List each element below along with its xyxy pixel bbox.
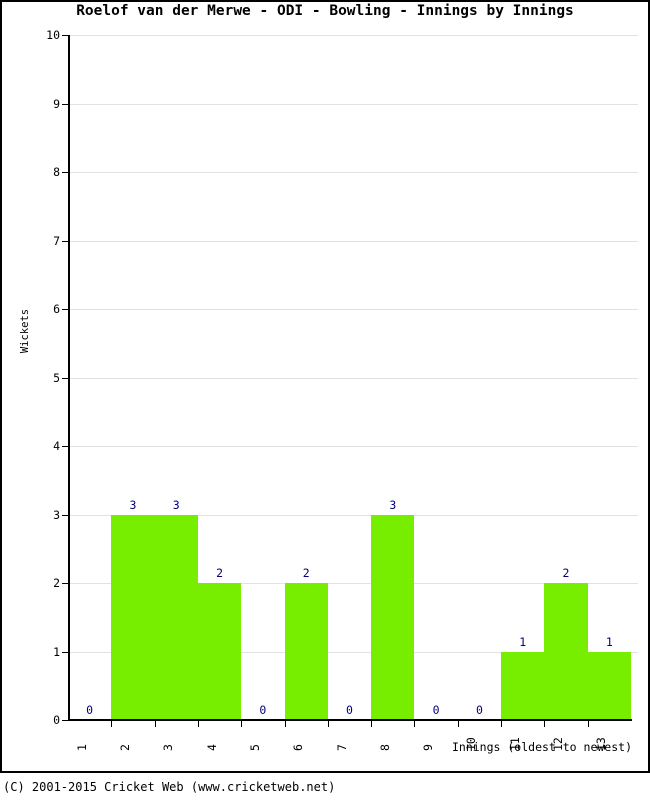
x-axis-tick xyxy=(457,721,459,727)
y-axis-tick-label-text: 1 xyxy=(53,644,60,659)
y-axis-title: Wickets xyxy=(19,308,31,354)
bar-value-label: 0 xyxy=(432,703,440,717)
x-axis-tick xyxy=(414,721,416,727)
bar-value-label: 3 xyxy=(389,497,397,512)
chart-page: Roelof van der Merwe - ODI - Bowling - I… xyxy=(0,0,650,800)
x-axis-tick xyxy=(111,721,113,727)
y-axis-tick-label: 0 xyxy=(12,713,60,727)
gridline xyxy=(68,446,638,447)
y-axis-tick-label-text: 8 xyxy=(53,165,60,179)
bar-value-label: 2 xyxy=(302,566,310,580)
bar-value-label: 3 xyxy=(129,497,137,512)
y-axis-tick-label-text: 2 xyxy=(53,576,60,590)
y-axis-tick-label: 1 xyxy=(12,645,60,659)
bar-value-label: 0 xyxy=(475,703,483,717)
bar xyxy=(154,514,198,720)
x-axis-tick-label: 5 xyxy=(247,744,262,751)
bar-value-label: 0 xyxy=(346,703,353,717)
bar-value-label: 0 xyxy=(259,703,267,717)
y-axis-tick xyxy=(62,309,69,310)
y-axis-tick-label-text: 10 xyxy=(46,28,60,42)
y-axis-tick-label-text: 3 xyxy=(53,507,60,522)
bar xyxy=(544,583,588,720)
y-axis-tick-label-text: 0 xyxy=(53,713,60,727)
gridline xyxy=(68,103,638,105)
bar-value-label: 0 xyxy=(86,703,94,717)
y-axis-tick xyxy=(62,514,69,516)
bar-value-label: 2 xyxy=(216,566,224,580)
y-axis-tick-label: 8 xyxy=(12,165,60,179)
y-axis-tick xyxy=(62,377,69,379)
y-axis-tick xyxy=(62,172,69,173)
x-axis-tick xyxy=(197,721,199,727)
y-axis-tick-label: 3 xyxy=(12,508,60,522)
x-axis-tick xyxy=(241,721,243,727)
bar-value-label: 2 xyxy=(562,566,570,580)
y-axis-tick xyxy=(62,720,69,721)
x-axis-tick xyxy=(501,721,503,727)
y-axis-tick-label: 2 xyxy=(12,576,60,590)
plot-area: 0 3 3 2 0 2 0 3 0 0 1 2 1 xyxy=(68,35,638,720)
copyright-footer: (C) 2001-2015 Cricket Web (www.cricketwe… xyxy=(3,780,336,794)
x-axis-tick-label: 2 xyxy=(117,744,132,751)
x-axis-tick xyxy=(284,721,286,727)
x-axis-line xyxy=(68,719,632,721)
x-axis-tick-label: 1 xyxy=(74,744,89,751)
bar xyxy=(587,651,631,720)
bar xyxy=(284,583,328,720)
x-axis-title: Innings (oldest to newest) xyxy=(451,740,632,754)
y-axis-tick-label-text: 4 xyxy=(53,439,60,453)
x-axis-tick-label: 3 xyxy=(161,744,176,751)
x-axis-tick xyxy=(371,721,373,727)
x-axis-tick xyxy=(327,721,329,727)
x-axis-tick xyxy=(154,721,156,727)
y-axis-tick-label: 7 xyxy=(12,234,60,248)
gridline xyxy=(68,240,638,242)
gridline xyxy=(68,172,638,173)
y-axis-tick xyxy=(62,651,69,653)
x-axis-tick-label: 4 xyxy=(204,744,219,751)
bar-value-label: 3 xyxy=(172,497,180,512)
gridline xyxy=(68,309,638,310)
y-axis-tick xyxy=(62,240,69,242)
y-axis-tick xyxy=(62,446,69,447)
y-axis-tick-label-text: 7 xyxy=(53,233,60,248)
x-axis-tick xyxy=(544,721,546,727)
bar-value-label: 1 xyxy=(519,634,527,649)
y-axis-tick-label-text: 9 xyxy=(53,96,60,111)
y-axis-tick-label-text: 5 xyxy=(53,370,60,385)
bar-value-label: 1 xyxy=(605,634,613,649)
y-axis-tick xyxy=(62,583,69,584)
bar xyxy=(501,651,545,720)
x-axis-tick xyxy=(587,721,589,727)
bar xyxy=(111,514,155,720)
bar xyxy=(197,583,242,720)
gridline xyxy=(68,377,638,379)
y-axis-tick xyxy=(62,35,69,36)
chart-title: Roelof van der Merwe - ODI - Bowling - I… xyxy=(76,3,574,19)
gridline xyxy=(68,35,638,36)
y-axis-tick-label: 4 xyxy=(12,439,60,453)
y-axis-tick xyxy=(62,103,69,105)
y-axis-tick-label: 10 xyxy=(12,28,60,42)
y-axis-tick-label: 5 xyxy=(12,371,60,385)
bar xyxy=(371,514,415,720)
y-axis-tick-label: 9 xyxy=(12,97,60,111)
